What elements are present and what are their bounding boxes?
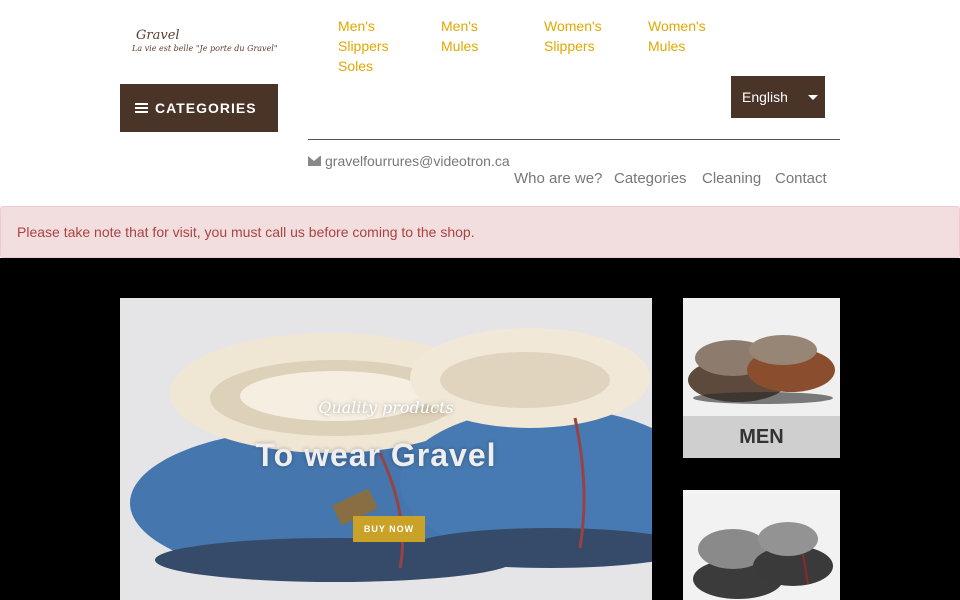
subnav-cleaning[interactable]: Cleaning (702, 170, 761, 187)
header-divider (308, 139, 840, 140)
women-slipper-image (683, 490, 840, 600)
envelope-icon (308, 156, 321, 166)
nav-womens-slippers[interactable]: Women's Slippers (544, 16, 614, 56)
tile-caption-men: MEN (683, 416, 840, 458)
category-tile-women[interactable] (683, 490, 840, 600)
hero-title: To wear Gravel (255, 437, 497, 473)
visit-notice-alert: Please take note that for visit, you mus… (0, 206, 960, 258)
subnav-who-are-we[interactable]: Who are we? (514, 170, 602, 187)
buy-now-button[interactable]: BUY NOW (353, 516, 425, 542)
hero-subtitle: Quality products (318, 398, 454, 417)
language-select[interactable]: English (731, 76, 825, 118)
men-slipper-image (683, 298, 840, 416)
site-logo[interactable]: Gravel La vie est belle "Je porte du Gra… (132, 28, 278, 58)
subnav-contact[interactable]: Contact (775, 170, 827, 187)
logo-name: Gravel (136, 28, 180, 43)
nav-mens-mules[interactable]: Men's Mules (441, 16, 501, 56)
categories-menu-label: CATEGORIES (155, 100, 257, 116)
subnav-categories[interactable]: Categories (614, 170, 687, 187)
nav-mens-slippers-soles[interactable]: Men's Slippers Soles (338, 16, 408, 76)
notice-text: Please take note that for visit, you mus… (17, 224, 475, 240)
categories-menu-button[interactable]: CATEGORIES (120, 84, 278, 132)
logo-tagline: La vie est belle "Je porte du Gravel" (132, 44, 278, 53)
caret-down-icon (808, 95, 818, 100)
hamburger-icon (135, 101, 148, 115)
contact-email[interactable]: gravelfourrures@videotron.ca (308, 153, 510, 169)
email-text: gravelfourrures@videotron.ca (325, 153, 510, 169)
nav-womens-mules[interactable]: Women's Mules (648, 16, 718, 56)
page: Gravel La vie est belle "Je porte du Gra… (0, 0, 960, 600)
category-tile-men[interactable]: MEN (683, 298, 840, 458)
hero-slider[interactable]: Quality products To wear Gravel BUY NOW (120, 298, 652, 600)
language-value: English (742, 89, 788, 105)
